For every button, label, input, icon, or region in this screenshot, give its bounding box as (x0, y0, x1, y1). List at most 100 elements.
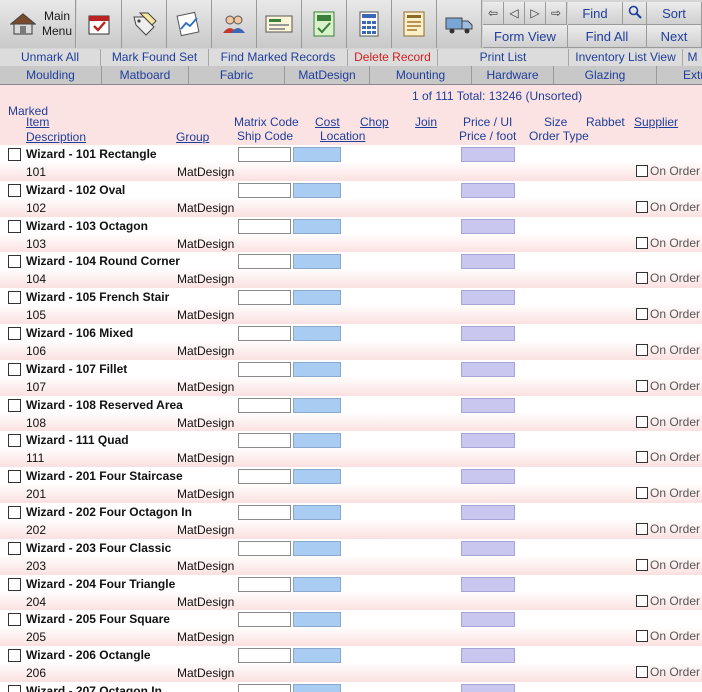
more-actions-button[interactable]: M (683, 49, 702, 66)
next-button[interactable]: Next (647, 25, 702, 48)
sort-button[interactable]: Sort (647, 2, 702, 25)
invoice-button[interactable] (347, 0, 392, 48)
price-field[interactable] (461, 648, 515, 664)
col-location[interactable]: Location (320, 129, 365, 143)
cost-field[interactable] (293, 326, 341, 341)
print-list-button[interactable]: Print List (438, 49, 569, 66)
col-supplier[interactable]: Supplier (634, 115, 678, 129)
price-tags-button[interactable] (122, 0, 167, 48)
price-field[interactable] (461, 576, 515, 592)
tab-glazing[interactable]: Glazing (554, 66, 657, 84)
mark-checkbox[interactable] (8, 577, 21, 591)
tab-mounting[interactable]: Mounting (370, 66, 472, 84)
gift-certificate-button[interactable] (257, 0, 302, 48)
matrix-code-field[interactable] (238, 684, 291, 692)
mark-checkbox[interactable] (8, 506, 21, 519)
mark-checkbox[interactable] (8, 398, 21, 412)
tab-moulding[interactable]: Moulding (0, 66, 102, 84)
matrix-code-field[interactable] (238, 182, 291, 198)
chart-report-button[interactable] (167, 0, 212, 48)
mark-checkbox[interactable] (8, 183, 21, 197)
col-description[interactable]: Description (26, 130, 86, 144)
price-field[interactable] (461, 326, 515, 341)
col-item[interactable]: Item (26, 115, 49, 129)
calendar-button[interactable] (77, 0, 122, 48)
tab-fabric[interactable]: Fabric (189, 66, 285, 84)
matrix-code-field[interactable] (238, 397, 291, 413)
cost-field[interactable] (293, 433, 341, 449)
table-row[interactable]: Wizard - 204 Four Triangle 204 MatDesign On… (0, 574, 702, 611)
find-button[interactable]: Find (568, 2, 623, 25)
work-order-button[interactable] (392, 0, 437, 48)
matrix-code-field[interactable] (238, 254, 291, 270)
col-group[interactable]: Group (176, 130, 209, 144)
matrix-code-field[interactable] (238, 290, 291, 306)
price-field[interactable] (461, 254, 515, 270)
next-record-arrow-button[interactable]: ▷ (525, 2, 546, 25)
table-row[interactable]: Wizard - 108 Reserved Area 108 MatDesign On… (0, 395, 702, 432)
cost-field[interactable] (293, 147, 341, 162)
mark-checkbox[interactable] (8, 434, 21, 448)
first-record-button[interactable]: ⇦ (483, 2, 504, 25)
mark-checkbox[interactable] (8, 685, 21, 692)
price-field[interactable] (461, 218, 515, 234)
price-field[interactable] (461, 684, 515, 692)
on-order-checkbox[interactable] (636, 308, 648, 321)
price-field[interactable] (461, 397, 515, 413)
on-order-checkbox[interactable] (636, 344, 648, 356)
mark-checkbox[interactable] (8, 327, 21, 340)
on-order-checkbox[interactable] (636, 558, 648, 571)
on-order-checkbox[interactable] (636, 415, 648, 428)
on-order-checkbox[interactable] (636, 200, 648, 213)
mark-checkbox[interactable] (8, 362, 21, 376)
table-row[interactable]: Wizard - 206 Octangle 206 MatDesign On Orde… (0, 646, 702, 683)
cost-field[interactable] (293, 576, 341, 592)
table-row[interactable]: Wizard - 107 Fillet 107 MatDesign On Order (0, 359, 702, 396)
table-row[interactable]: Wizard - 207 Octagon InOn Order (0, 682, 702, 692)
customers-button[interactable] (212, 0, 257, 48)
cost-field[interactable] (293, 648, 341, 664)
table-row[interactable]: Wizard - 111 Quad 111 MatDesign On Order (0, 431, 702, 468)
cost-field[interactable] (293, 469, 341, 485)
previous-record-button[interactable]: ◁ (504, 2, 525, 25)
cost-field[interactable] (293, 684, 341, 692)
tab-hardware[interactable]: Hardware (472, 66, 554, 84)
price-field[interactable] (461, 469, 515, 485)
table-row[interactable]: Wizard - 205 Four Square 205 MatDesign On O… (0, 610, 702, 647)
price-field[interactable] (461, 290, 515, 306)
col-chop[interactable]: Chop (360, 115, 389, 129)
on-order-checkbox[interactable] (636, 594, 648, 607)
on-order-checkbox[interactable] (636, 451, 648, 464)
table-row[interactable]: Wizard - 202 Four Octagon In 202 MatDesign… (0, 503, 702, 539)
last-record-button[interactable]: ⇨ (546, 2, 567, 25)
cost-field[interactable] (293, 290, 341, 306)
cost-field[interactable] (293, 182, 341, 198)
mark-checkbox[interactable] (8, 255, 21, 269)
table-row[interactable]: Wizard - 106 Mixed 106 MatDesign On Order (0, 324, 702, 360)
tab-extras[interactable]: Extr (657, 66, 702, 84)
on-order-checkbox[interactable] (636, 236, 648, 249)
table-row[interactable]: Wizard - 201 Four Staircase 201 MatDesign O… (0, 467, 702, 504)
on-order-checkbox[interactable] (636, 165, 648, 177)
delete-record-button[interactable]: Delete Record (348, 49, 438, 66)
cost-field[interactable] (293, 612, 341, 628)
matrix-code-field[interactable] (238, 648, 291, 664)
purchase-order-button[interactable] (302, 0, 347, 48)
table-row[interactable]: Wizard - 101 Rectangle 101 MatDesign On Ord… (0, 145, 702, 181)
on-order-checkbox[interactable] (636, 272, 648, 285)
on-order-checkbox[interactable] (636, 487, 648, 500)
mark-checkbox[interactable] (8, 291, 21, 305)
cost-field[interactable] (293, 361, 341, 377)
matrix-code-field[interactable] (238, 433, 291, 449)
matrix-code-field[interactable] (238, 218, 291, 234)
form-view-button[interactable]: Form View (483, 25, 568, 48)
search-button[interactable] (623, 2, 647, 25)
cost-field[interactable] (293, 218, 341, 234)
table-row[interactable]: Wizard - 102 Oval 102 MatDesign On Order (0, 180, 702, 217)
matrix-code-field[interactable] (238, 612, 291, 628)
cost-field[interactable] (293, 397, 341, 413)
col-cost[interactable]: Cost (315, 115, 340, 129)
table-row[interactable]: Wizard - 203 Four Classic 203 MatDesign On … (0, 538, 702, 575)
find-marked-records-button[interactable]: Find Marked Records (209, 49, 348, 66)
find-all-button[interactable]: Find All (568, 25, 647, 48)
